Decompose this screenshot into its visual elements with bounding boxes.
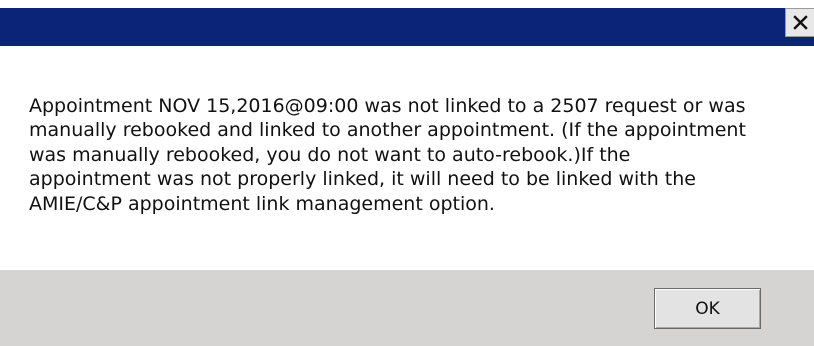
message-line: appointment was not properly linked, it … [29,168,696,191]
message-line: Appointment NOV 15,2016@09:00 was not li… [29,95,746,117]
button-bar: OK [0,270,814,346]
message-text: Appointment NOV 15,2016@09:00 was not li… [29,94,799,216]
dialog-content: Appointment NOV 15,2016@09:00 was not li… [0,46,814,270]
message-dialog: Appointment NOV 15,2016@09:00 was not li… [0,0,814,346]
message-line: was manually rebooked, you do not want t… [29,143,631,166]
title-bar[interactable] [0,8,814,46]
close-icon [792,15,808,30]
message-line: AMIE/C&P appointment link management opt… [29,192,495,215]
close-button[interactable] [785,8,814,37]
ok-button[interactable]: OK [654,288,761,329]
message-line: manually rebooked and linked to another … [29,119,746,142]
